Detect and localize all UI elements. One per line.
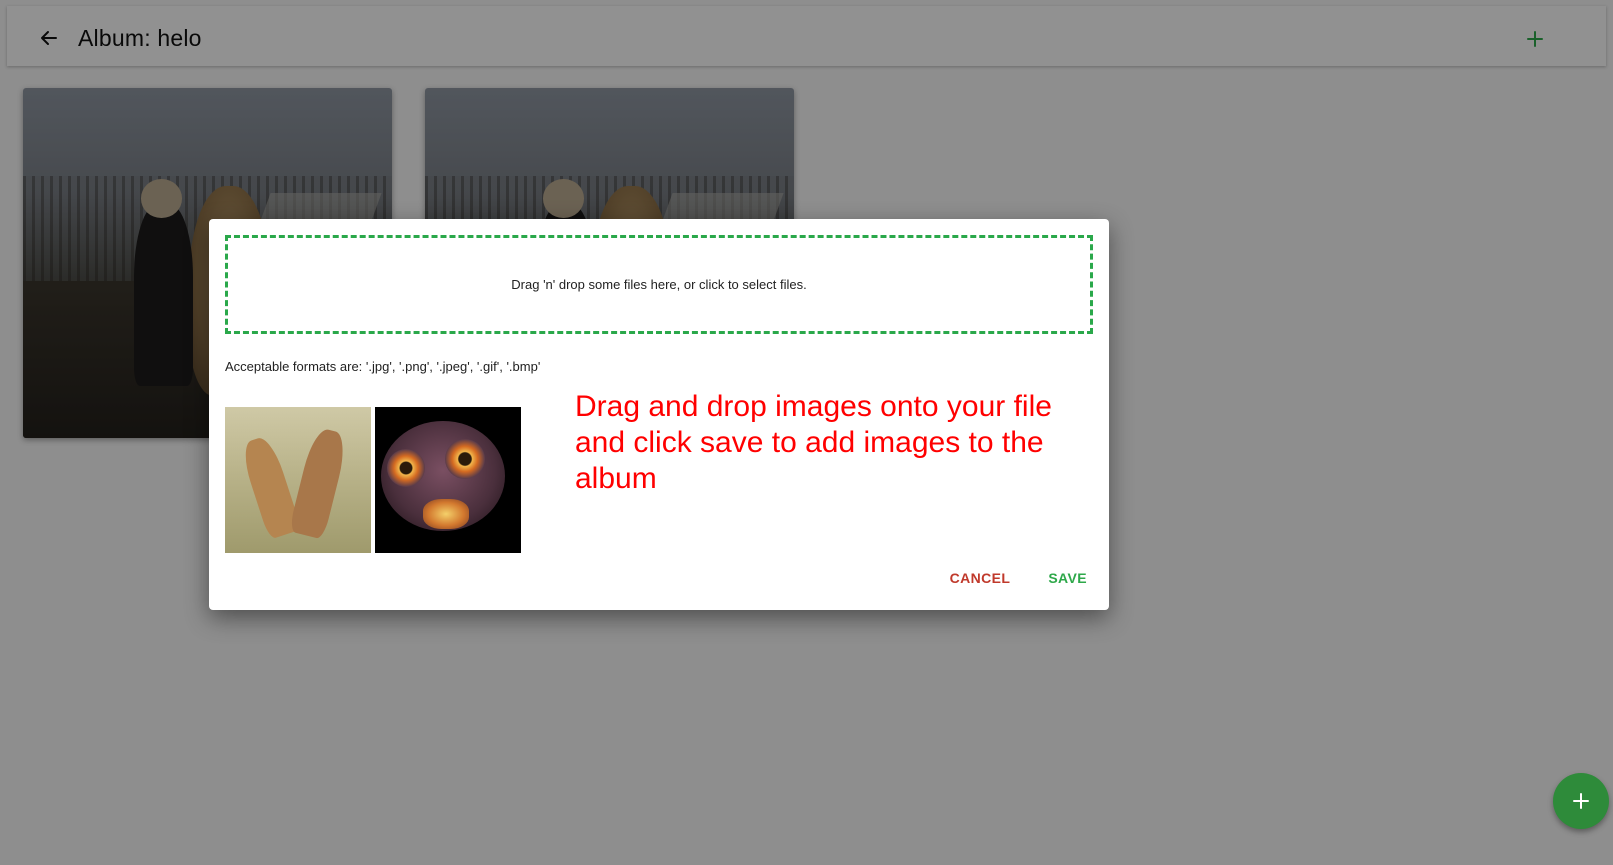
file-dropzone[interactable]: Drag 'n' drop some files here, or click … [225, 235, 1093, 334]
plus-icon [1573, 793, 1589, 809]
upload-dialog: Drag 'n' drop some files here, or click … [209, 219, 1109, 610]
dropzone-instructions: Drag 'n' drop some files here, or click … [511, 277, 807, 292]
preview-thumbnail[interactable] [225, 407, 371, 553]
preview-thumbnail[interactable] [375, 407, 521, 553]
thumb-creature-mouth [423, 499, 469, 529]
accepted-formats-text: Acceptable formats are: '.jpg', '.png', … [225, 359, 541, 374]
cancel-button[interactable]: CANCEL [946, 564, 1015, 592]
save-button[interactable]: SAVE [1044, 564, 1091, 592]
thumb-creature-eye-left [387, 449, 425, 487]
thumb-kangaroo-right [288, 426, 350, 540]
annotation-text: Drag and drop images onto your file and … [575, 390, 1052, 495]
thumb-creature-eye-right [445, 439, 485, 479]
dialog-actions: CANCEL SAVE [946, 564, 1091, 592]
fab-add-button[interactable] [1553, 773, 1609, 829]
